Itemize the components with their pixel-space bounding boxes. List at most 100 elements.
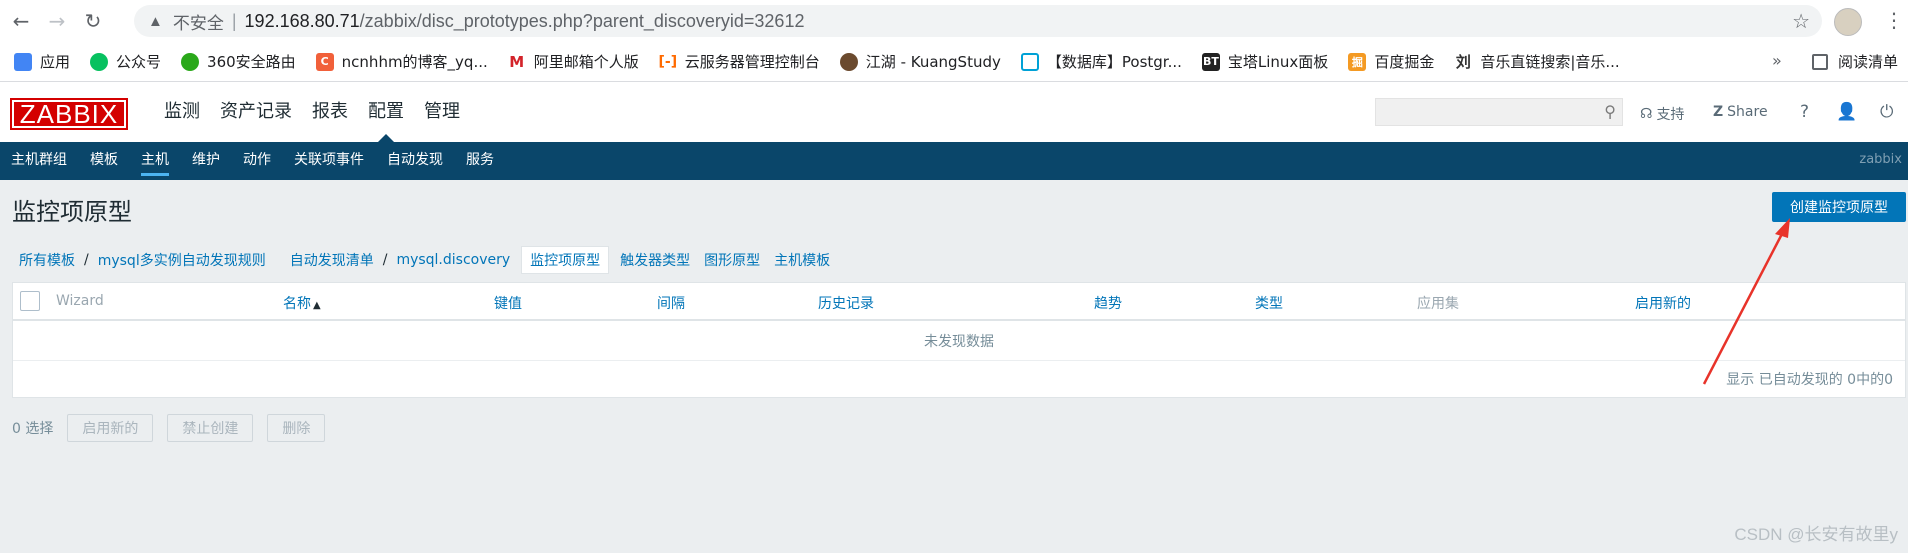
submenu-templates[interactable]: 模板 [79, 142, 130, 180]
url-host: 192.168.80.71 [244, 10, 360, 31]
create-item-prototype-button[interactable]: 创建监控项原型 [1772, 192, 1906, 222]
submenu-hosts[interactable]: 主机 [130, 142, 181, 180]
user-profile-icon[interactable]: 👤 [1836, 102, 1857, 122]
breadcrumb: 所有模板 / mysql多实例自动发现规则 自动发现清单 / mysql.dis… [12, 246, 837, 274]
delete-button[interactable]: 删除 [267, 414, 326, 442]
column-wizard: Wizard [56, 293, 104, 309]
watermark: CSDN @长安有故里y [1734, 525, 1898, 544]
bt-panel-icon: BT [1201, 52, 1220, 71]
bookmarks-bar: 应用 公众号 360安全路由 Cncnhhm的博客_yq... M 阿里邮箱个人版… [0, 42, 1908, 82]
server-name: zabbix [1859, 152, 1902, 167]
column-history[interactable]: 历史记录 [818, 293, 874, 313]
mass-action-bar: 0 选择 启用新的 禁止创建 删除 [12, 414, 339, 442]
share-link[interactable]: Z Share [1713, 104, 1768, 120]
bookmark-item[interactable]: [-] 云服务器管理控制台 [658, 51, 820, 72]
more-bookmarks-icon[interactable]: » [1772, 51, 1782, 70]
url-path: /zabbix/disc_prototypes.php?parent_disco… [359, 10, 805, 31]
enable-create-button[interactable]: 启用新的 [67, 414, 154, 442]
submenu-actions[interactable]: 动作 [232, 142, 283, 180]
bookmark-item[interactable]: 掘百度掘金 [1348, 51, 1434, 72]
forward-icon[interactable]: → [42, 6, 72, 36]
support-link[interactable]: ☊ 支持 [1640, 104, 1684, 124]
search-icon[interactable]: ⚲ [1604, 102, 1616, 121]
share-icon: Z [1713, 104, 1724, 120]
mail-icon: M [507, 52, 526, 71]
bookmark-item[interactable]: BT 宝塔Linux面板 [1201, 51, 1328, 72]
bilibili-icon [1020, 52, 1039, 71]
column-key[interactable]: 键值 [494, 293, 522, 313]
page-title: 监控项原型 [12, 198, 132, 226]
column-trends[interactable]: 趋势 [1094, 293, 1122, 313]
select-all-checkbox[interactable] [20, 291, 40, 311]
breadcrumb-all-templates[interactable]: 所有模板 [19, 250, 75, 270]
kuangstudy-icon [839, 52, 858, 71]
help-icon[interactable]: ? [1800, 102, 1809, 122]
menu-monitoring[interactable]: 监测 [154, 82, 210, 142]
bookmark-item[interactable]: 公众号 [90, 51, 161, 72]
app-header: ZABBIX 监测 资产记录 报表 配置 管理 ⚲ ☊ 支持 Z Share ? 👤… [0, 82, 1908, 142]
reload-icon[interactable]: ↻ [78, 6, 108, 36]
router-icon [181, 52, 200, 71]
aliyun-icon: [-] [658, 52, 678, 71]
zabbix-logo[interactable]: ZABBIX [10, 98, 128, 130]
submenu-services[interactable]: 服务 [455, 142, 506, 180]
breadcrumb-template[interactable]: mysql多实例自动发现规则 [98, 250, 266, 270]
reading-list[interactable]: 阅读清单 [1812, 51, 1898, 72]
bookmark-item[interactable]: 360安全路由 [181, 51, 296, 72]
profile-avatar[interactable] [1834, 8, 1862, 36]
no-data-message: 未发现数据 [13, 323, 1905, 361]
breadcrumb-separator: / [382, 252, 388, 268]
sub-menu: 主机群组 模板 主机 维护 动作 关联项事件 自动发现 服务 zabbix [0, 142, 1908, 180]
disable-create-button[interactable]: 禁止创建 [167, 414, 254, 442]
tab-graph-prototypes[interactable]: 图形原型 [704, 250, 760, 270]
search-input[interactable]: ⚲ [1375, 98, 1623, 126]
headset-icon: ☊ [1640, 106, 1653, 122]
sort-ascending-icon: ▲ [313, 300, 321, 311]
csdn-icon: C [315, 52, 334, 71]
menu-administration[interactable]: 管理 [414, 82, 470, 142]
tab-item-prototypes[interactable]: 监控项原型 [521, 246, 610, 274]
item-prototypes-table: Wizard 名称 ▲ 键值 间隔 历史记录 趋势 类型 应用集 启用新的 未发现… [12, 282, 1906, 398]
bookmark-apps[interactable]: 应用 [14, 51, 70, 72]
bookmark-star-icon[interactable]: ☆ [1792, 9, 1810, 34]
menu-inventory[interactable]: 资产记录 [210, 82, 302, 142]
bookmark-item[interactable]: 【数据库】Postgr... [1020, 51, 1182, 72]
address-bar[interactable]: ▲ 不安全 | 192.168.80.71 /zabbix/disc_proto… [134, 5, 1822, 37]
browser-toolbar: ← → ↻ ▲ 不安全 | 192.168.80.71 /zabbix/disc… [0, 0, 1908, 42]
breadcrumb-discovery-rule[interactable]: mysql.discovery [396, 252, 510, 268]
reading-list-icon [1812, 53, 1828, 70]
music-icon: 刘 [1454, 52, 1473, 71]
selected-count: 0 选择 [12, 421, 54, 437]
column-name[interactable]: 名称 ▲ [283, 293, 321, 313]
bookmark-item[interactable]: 江湖 - KuangStudy [839, 51, 1001, 72]
bookmark-item[interactable]: M 阿里邮箱个人版 [507, 51, 639, 72]
tab-host-prototypes[interactable]: 主机模板 [774, 250, 830, 270]
column-interval[interactable]: 间隔 [657, 293, 685, 313]
main-menu: 监测 资产记录 报表 配置 管理 [154, 82, 470, 142]
back-icon[interactable]: ← [6, 6, 36, 36]
sign-out-icon[interactable]: ⏻ [1880, 102, 1893, 122]
breadcrumb-discovery-list[interactable]: 自动发现清单 [290, 250, 374, 270]
wechat-icon [90, 52, 109, 71]
apps-grid-icon [14, 52, 32, 71]
column-type[interactable]: 类型 [1255, 293, 1283, 313]
submenu-discovery[interactable]: 自动发现 [376, 142, 455, 180]
table-stats: 显示 已自动发现的 0中的0 [1726, 372, 1893, 388]
submenu-maintenance[interactable]: 维护 [181, 142, 232, 180]
tab-trigger-prototypes[interactable]: 触发器类型 [620, 250, 690, 270]
juejin-icon: 掘 [1348, 52, 1367, 71]
menu-reports[interactable]: 报表 [302, 82, 358, 142]
bookmark-item[interactable]: Cncnhhm的博客_yq... [315, 51, 488, 72]
submenu-event-correlation[interactable]: 关联项事件 [283, 142, 376, 180]
browser-menu-icon[interactable]: ⋮ [1884, 8, 1904, 32]
breadcrumb-separator: / [84, 252, 89, 268]
table-header: Wizard 名称 ▲ 键值 间隔 历史记录 趋势 类型 应用集 启用新的 [13, 283, 1905, 321]
submenu-host-groups[interactable]: 主机群组 [0, 142, 79, 180]
bookmark-item[interactable]: 刘音乐直链搜索|音乐... [1454, 51, 1620, 72]
column-create-enabled[interactable]: 启用新的 [1635, 293, 1691, 313]
url-separator: | [231, 10, 237, 31]
insecure-label[interactable]: 不安全 [173, 9, 224, 34]
menu-configuration[interactable]: 配置 [358, 82, 414, 142]
column-applications: 应用集 [1417, 296, 1459, 312]
warning-icon[interactable]: ▲ [148, 13, 163, 30]
